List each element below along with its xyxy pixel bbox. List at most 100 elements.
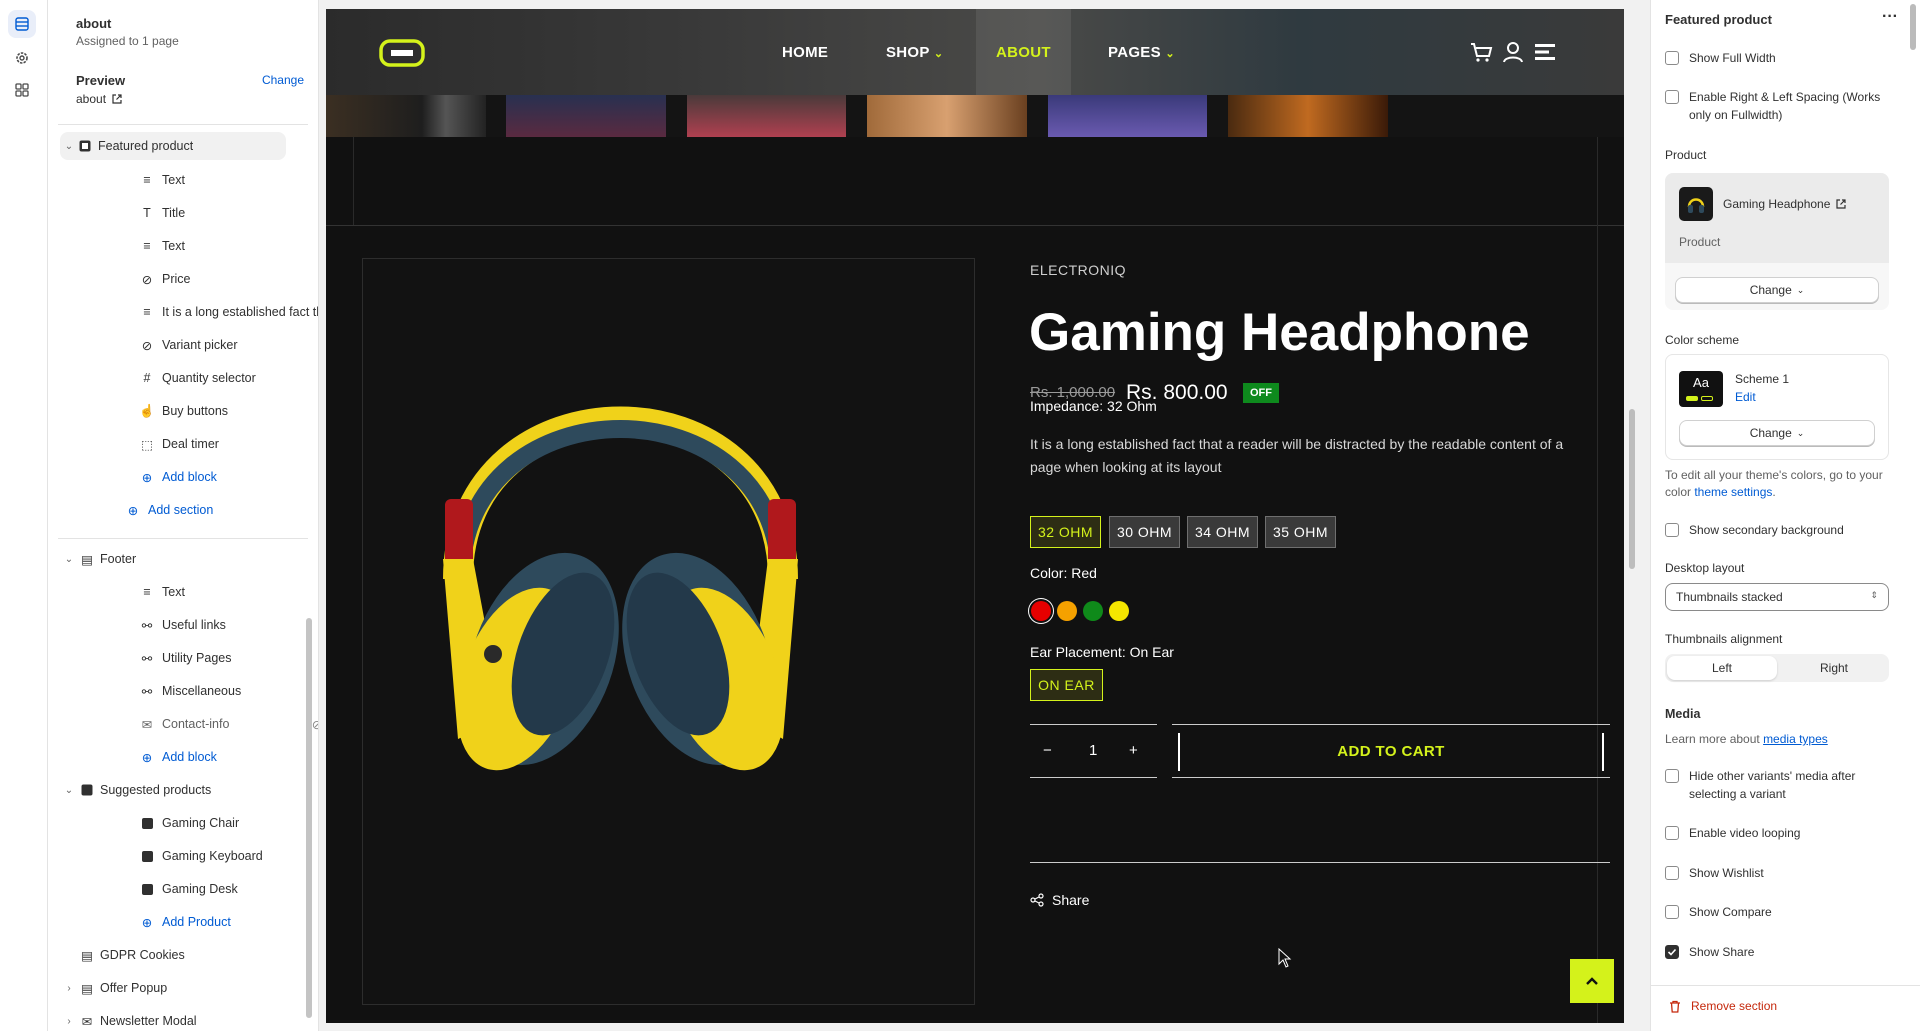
tree-block-price[interactable]: ⊘ Price [48,265,298,293]
tree-footer[interactable]: ⌄ ▤ Footer [48,545,298,573]
chevron-down-icon[interactable]: ⌄ [64,785,74,796]
change-scheme-button[interactable]: Change ⌄ [1679,420,1875,446]
account-icon[interactable] [1500,39,1526,65]
tree-suggested-products[interactable]: ⌄ Suggested products [48,776,298,804]
nav-pages[interactable]: PAGES ⌄ [1108,44,1175,61]
qty-plus-button[interactable]: + [1129,742,1138,759]
tree-featured-product[interactable]: ⌄ Featured product [60,132,286,160]
option-32-ohm[interactable]: 32 OHM [1030,516,1101,548]
chevron-right-icon[interactable]: › [64,983,74,994]
scrollbar-thumb[interactable] [1910,4,1916,50]
align-left-option[interactable]: Left [1667,656,1777,680]
hide-variants-media-checkbox[interactable]: Hide other variants' media after selecti… [1665,767,1895,803]
nav-about[interactable]: ABOUT [996,44,1051,61]
qty-value[interactable]: 1 [1089,742,1097,759]
settings-icon[interactable] [8,44,36,72]
option-on-ear[interactable]: ON EAR [1030,669,1103,701]
tree-block-variant-picker[interactable]: ⊘ Variant picker [48,331,298,359]
tree-gdpr-cookies[interactable]: ▤ GDPR Cookies [48,941,298,969]
show-wishlist-checkbox[interactable]: Show Wishlist [1665,864,1895,882]
swatch-green[interactable] [1083,601,1103,621]
swatch-yellow[interactable] [1109,601,1129,621]
tree-block-text[interactable]: ≡ Text [48,166,298,194]
add-to-cart-button[interactable]: ADD TO CART [1172,724,1610,778]
tree-block-text[interactable]: ≡ Text [48,232,298,260]
right-scrollbar[interactable] [1908,0,1918,990]
checkbox[interactable] [1665,905,1679,919]
show-share-checkbox[interactable]: Show Share [1665,943,1895,961]
checkbox[interactable] [1665,51,1679,65]
divider [58,538,308,539]
add-section-button[interactable]: ⊕ Add section [48,496,298,524]
checkbox-checked[interactable] [1665,945,1679,959]
enable-spacing-checkbox[interactable]: Enable Right & Left Spacing (Works only … [1665,88,1895,124]
tree-block-text[interactable]: ≡ Text [48,578,298,606]
cart-icon[interactable] [1468,39,1494,65]
preview-scrollbar[interactable] [1626,9,1638,1023]
remove-section-button[interactable]: Remove section [1669,999,1777,1013]
tree-block-buy-buttons[interactable]: ☝ Buy buttons [48,397,298,425]
strip-image [687,95,846,137]
option-34-ohm[interactable]: 34 OHM [1187,516,1258,548]
checkbox[interactable] [1665,866,1679,880]
tree-block-quantity[interactable]: # Quantity selector [48,364,298,392]
share-button[interactable]: Share [1030,892,1089,908]
qty-minus-button[interactable]: − [1043,742,1052,759]
chevron-down-icon[interactable]: ⌄ [64,141,74,152]
apps-icon[interactable] [8,76,36,104]
product-link[interactable]: Gaming Headphone [1723,197,1847,211]
nav-home[interactable]: HOME [782,44,828,61]
nav-shop[interactable]: SHOP ⌄ [886,44,943,61]
option-35-ohm[interactable]: 35 OHM [1265,516,1336,548]
theme-settings-link[interactable]: theme settings [1694,485,1772,499]
product-image[interactable] [362,258,975,1005]
checkbox[interactable] [1665,826,1679,840]
chevron-right-icon[interactable]: › [64,1016,74,1027]
tree-block-utility-pages[interactable]: ⚯ Utility Pages [48,644,298,672]
tree-block-contact-info[interactable]: ✉Contact-info⊘ [48,710,318,738]
scrollbar-thumb[interactable] [1629,409,1635,569]
swatch-orange[interactable] [1057,601,1077,621]
tree-block-gaming-chair[interactable]: Gaming Chair [48,809,298,837]
video-looping-checkbox[interactable]: Enable video looping [1665,824,1895,842]
back-to-top-button[interactable] [1570,959,1614,1003]
add-block-button[interactable]: ⊕ Add block [48,463,298,491]
scheme-edit-link[interactable]: Edit [1735,390,1756,404]
tree-block-description[interactable]: ≡ It is a long established fact th... [48,298,318,326]
section-tree-panel: about Assigned to 1 page Preview Change … [48,0,319,1031]
tree-offer-popup[interactable]: › ▤ Offer Popup [48,974,298,1002]
tree-block-miscellaneous[interactable]: ⚯ Miscellaneous [48,677,298,705]
chevron-down-icon[interactable]: ⌄ [64,554,74,565]
tree-block-title[interactable]: T Title [48,199,298,227]
show-secondary-bg-checkbox[interactable]: Show secondary background [1665,521,1895,539]
settings-panel: Featured product ··· Show Full Width Ena… [1650,0,1920,1031]
sections-icon[interactable] [8,10,36,38]
align-right-option[interactable]: Right [1779,654,1889,682]
tree-label: Utility Pages [162,651,232,665]
left-scrollbar[interactable] [304,128,314,1027]
add-block-button[interactable]: ⊕ Add block [48,743,298,771]
store-logo[interactable] [378,37,426,69]
option-30-ohm[interactable]: 30 OHM [1109,516,1180,548]
tree-block-useful-links[interactable]: ⚯ Useful links [48,611,298,639]
show-compare-checkbox[interactable]: Show Compare [1665,903,1895,921]
add-product-button[interactable]: ⊕ Add Product [48,908,298,936]
menu-icon[interactable] [1532,39,1558,65]
more-options-icon[interactable]: ··· [1882,8,1898,26]
change-product-button[interactable]: Change ⌄ [1675,277,1879,303]
product-name: Gaming Headphone [1723,197,1831,211]
tree-block-deal-timer[interactable]: ⬚ Deal timer [48,430,298,458]
preview-value[interactable]: about [76,92,122,106]
tree-block-gaming-keyboard[interactable]: Gaming Keyboard [48,842,298,870]
preview-change-link[interactable]: Change [262,73,304,87]
swatch-red[interactable] [1031,601,1051,621]
checkbox[interactable] [1665,769,1679,783]
checkbox[interactable] [1665,523,1679,537]
show-full-width-checkbox[interactable]: Show Full Width [1665,49,1895,67]
desktop-layout-select[interactable]: Thumbnails stacked ⇕ [1665,583,1889,611]
tree-newsletter-modal[interactable]: › ✉ Newsletter Modal [48,1007,298,1031]
scrollbar-thumb[interactable] [306,618,312,1018]
tree-block-gaming-desk[interactable]: Gaming Desk [48,875,298,903]
media-types-link[interactable]: media types [1763,732,1828,746]
checkbox[interactable] [1665,90,1679,104]
